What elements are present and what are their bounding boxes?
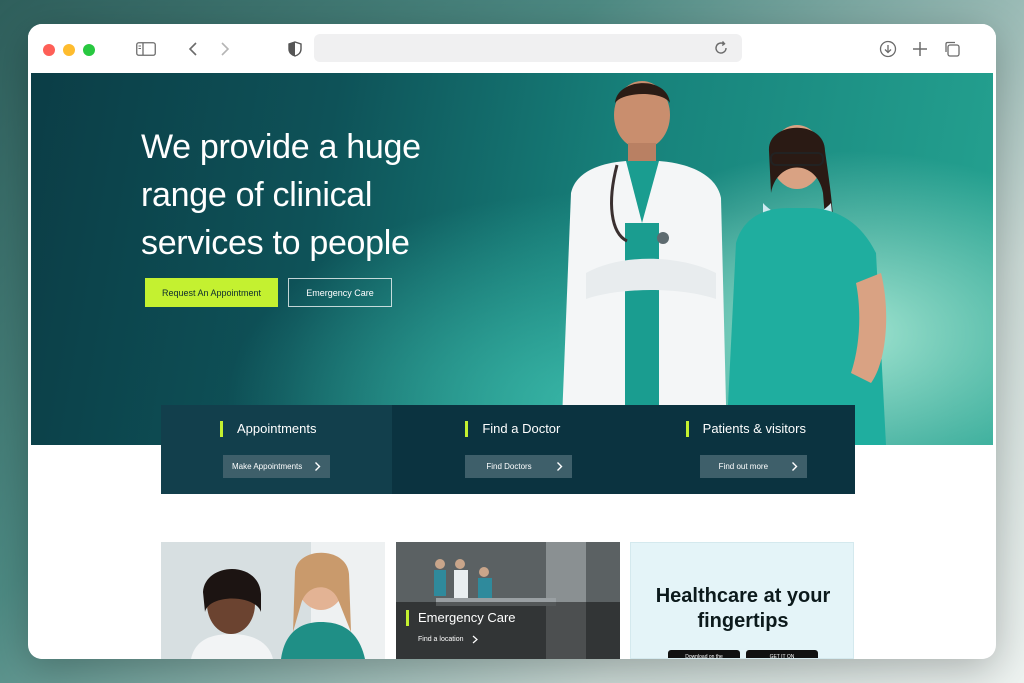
nurses-photo-card[interactable] [161,542,385,659]
service-patients-visitors: Patients & visitors Find out more [624,405,855,494]
emergency-care-card[interactable]: Emergency Care Find a location [396,542,620,659]
new-tab-plus-icon[interactable] [909,38,931,60]
button-label: Find out more [718,462,769,471]
sidebar-toggle-icon[interactable] [135,38,157,60]
find-location-link[interactable]: Find a location [418,635,478,644]
forward-arrow-icon[interactable] [214,38,236,60]
link-label: Find a location [418,636,464,643]
emergency-card-title: Emergency Care [406,610,516,626]
chevron-right-icon [791,462,798,471]
app-store-badge[interactable]: Download on the [668,650,740,658]
minimize-window-button[interactable] [63,44,75,56]
doctors-photo [561,81,887,445]
download-icon[interactable] [877,38,899,60]
browser-window: We provide a huge range of clinical serv… [28,24,996,659]
shield-icon[interactable] [284,38,306,60]
chevron-right-icon [557,462,563,471]
chevron-right-icon [472,635,478,644]
emergency-care-button[interactable]: Emergency Care [288,278,392,307]
service-appointments: Appointments Make Appointments [161,405,393,494]
button-label: Find Doctors [486,462,532,471]
hero-title: We provide a huge range of clinical serv… [141,128,421,262]
browser-toolbar [28,24,996,73]
chevron-right-icon [315,462,321,471]
web-page: We provide a huge range of clinical serv… [31,73,993,659]
service-title: Find a Doctor [465,421,560,437]
service-title: Appointments [220,421,317,437]
service-title: Patients & visitors [685,421,806,437]
close-window-button[interactable] [43,44,55,56]
request-appointment-button[interactable]: Request An Appointment [145,278,278,307]
nurses-photo [161,542,385,659]
services-bar: Appointments Make Appointments Find a Do… [161,405,855,494]
find-out-more-button[interactable]: Find out more [699,455,807,478]
find-doctors-button[interactable]: Find Doctors [465,455,573,478]
address-bar[interactable] [314,34,742,62]
reload-icon[interactable] [712,39,730,57]
button-label: Make Appointments [232,462,303,471]
make-appointments-button[interactable]: Make Appointments [223,455,330,478]
tab-overview-icon[interactable] [941,38,963,60]
service-find-doctor: Find a Doctor Find Doctors [392,405,623,494]
zoom-window-button[interactable] [83,44,95,56]
app-promo-card: Healthcare at your fingertips Download o… [630,542,854,659]
google-play-badge[interactable]: GET IT ON [746,650,818,658]
hero-section: We provide a huge range of clinical serv… [31,73,993,445]
app-card-title: Healthcare at your fingertips [655,585,831,632]
back-arrow-icon[interactable] [182,38,204,60]
